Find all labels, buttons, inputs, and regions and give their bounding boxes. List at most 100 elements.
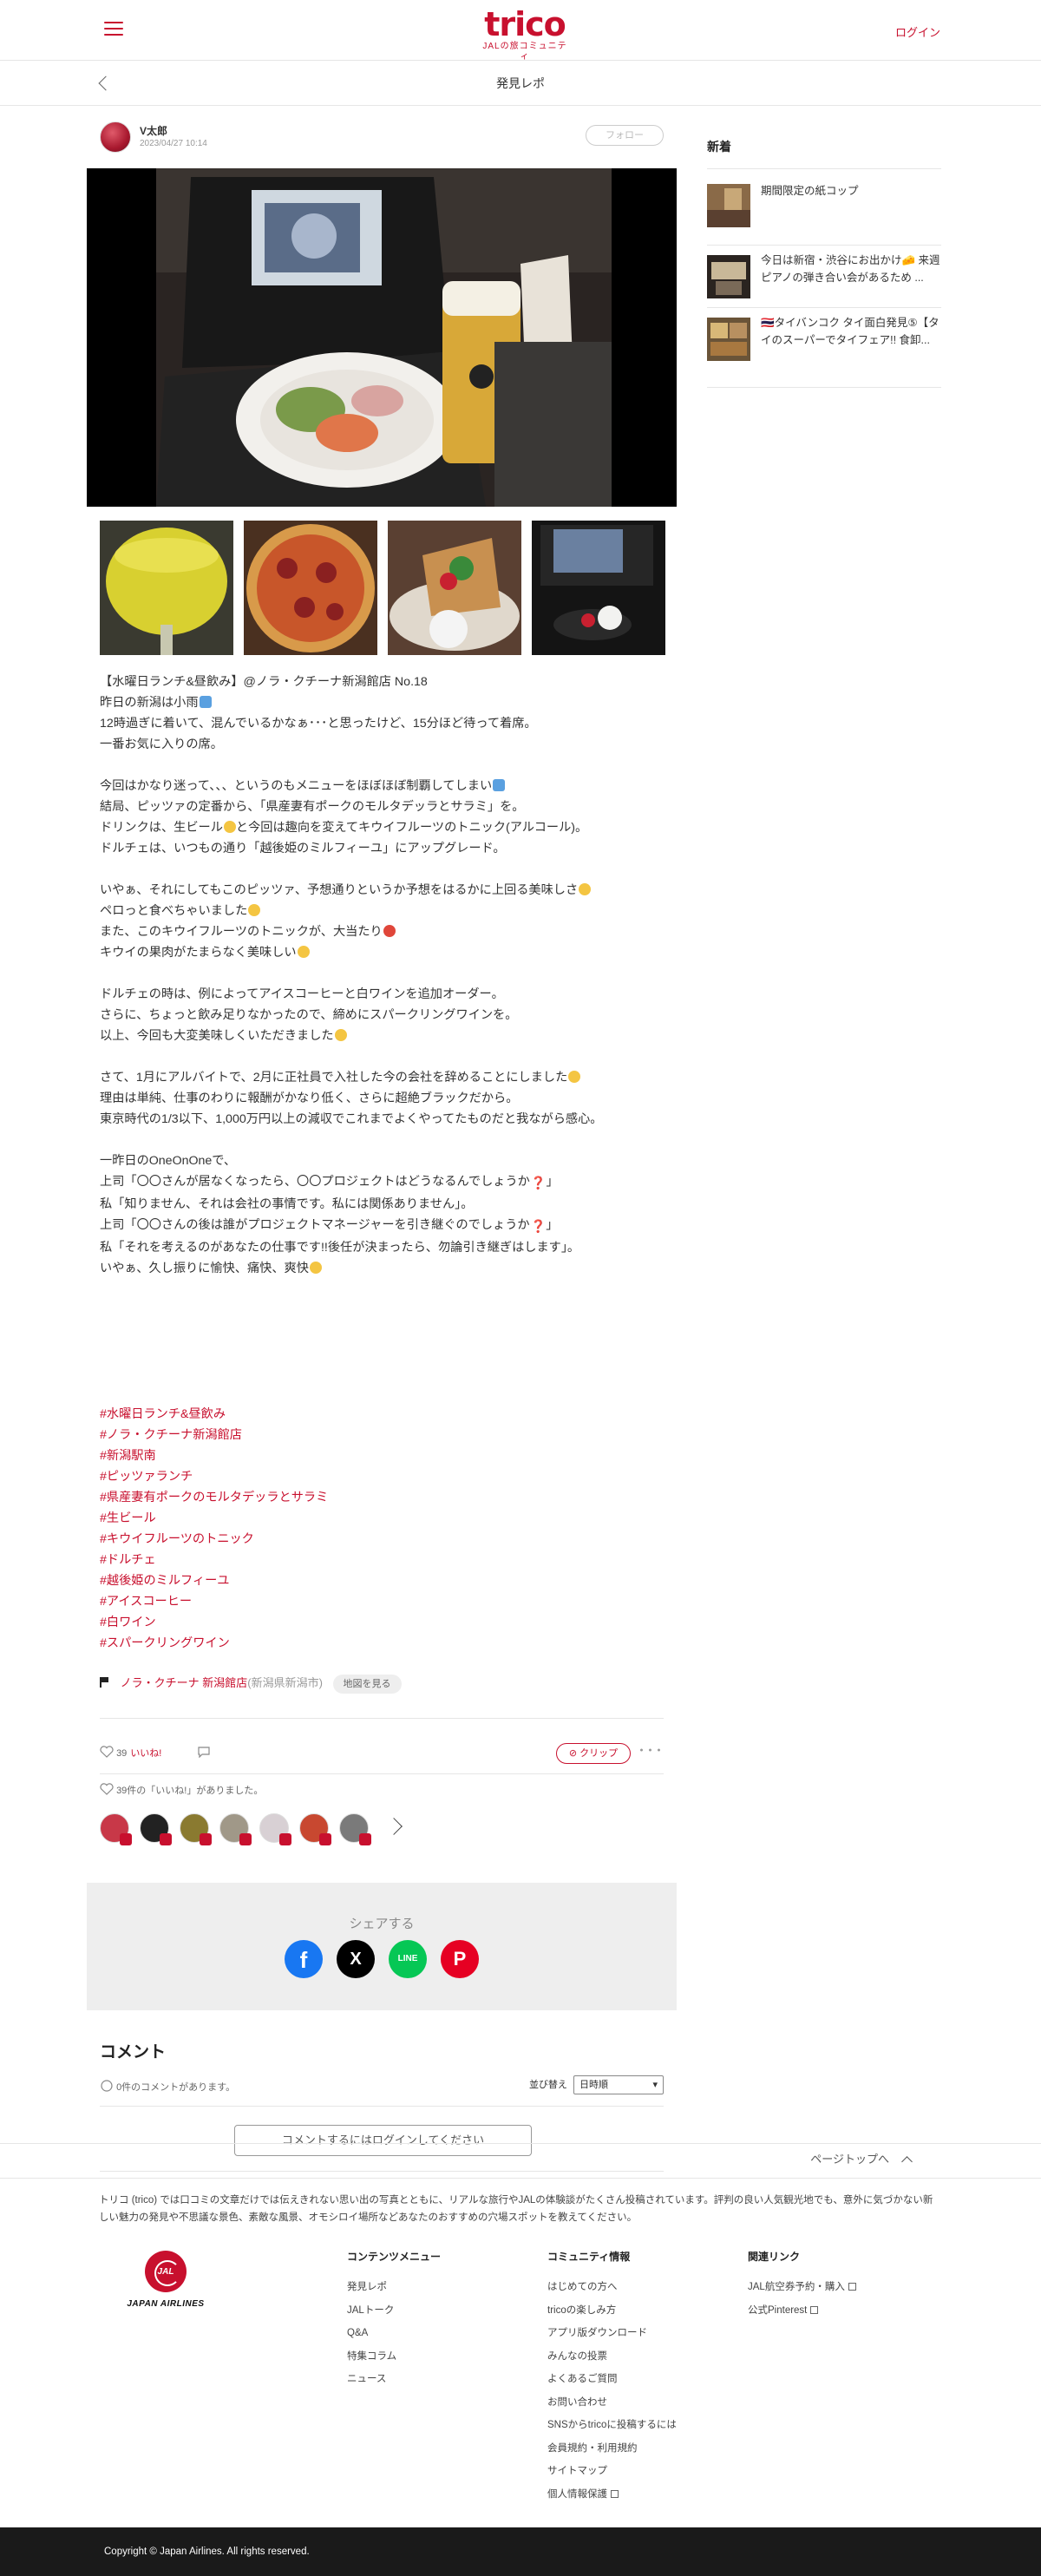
sort-select[interactable]: 日時順 <box>573 2075 664 2094</box>
more-options-icon[interactable]: ･･･ <box>638 1743 664 1760</box>
post-body-line <box>100 859 672 880</box>
footer-link[interactable]: よくあるご質問 <box>547 2368 677 2391</box>
external-link-icon <box>611 2489 619 2498</box>
page-top-link[interactable]: ページトップへ <box>810 2150 913 2167</box>
emoji-icon <box>493 779 506 791</box>
author-name[interactable]: V太郎 <box>140 123 167 138</box>
place-name-link[interactable]: ノラ・クチーナ 新潟館店 <box>121 1676 248 1689</box>
post-body-text: いやぁ、それにしてもこのピッツァ、予想通りというか予想をはるかに上回る美味しさ <box>100 883 579 897</box>
footer-link[interactable]: SNSからtricoに投稿するには <box>547 2414 677 2437</box>
thumbnail-4[interactable] <box>532 521 665 655</box>
hashtag-link[interactable]: #生ビール <box>100 1508 672 1529</box>
emoji-icon <box>568 1071 581 1083</box>
pinterest-share-icon[interactable]: P <box>441 1940 479 1978</box>
hashtag-link[interactable]: #新潟駅南 <box>100 1445 672 1466</box>
hashtag-link[interactable]: #ピッツァランチ <box>100 1466 672 1487</box>
post-body-line: 12時過ぎに着いて、混んでいるかなぁ･･･と思ったけど、15分ほど待って着席。 <box>100 713 672 734</box>
footer-link-privacy[interactable]: 個人情報保護 <box>547 2483 677 2507</box>
comment-bubble-icon[interactable] <box>197 1746 211 1759</box>
hashtag-link[interactable]: #白ワイン <box>100 1612 672 1633</box>
divider <box>0 2143 1041 2144</box>
emoji-icon <box>334 1029 347 1041</box>
like-button[interactable]: 39 いいね! <box>100 1746 161 1760</box>
hashtag-link[interactable]: #越後姫のミルフィーユ <box>100 1570 672 1591</box>
facebook-share-icon[interactable]: f <box>285 1940 323 1978</box>
page-title: 発見レポ <box>496 76 545 90</box>
heart-badge-icon <box>319 1833 331 1845</box>
footer-column-title: 関連リンク <box>748 2251 801 2263</box>
hashtag-link[interactable]: #県産妻有ポークのモルタデッラとサラミ <box>100 1487 672 1508</box>
thumbnail-2[interactable] <box>244 521 377 655</box>
heart-badge-icon <box>279 1833 291 1845</box>
post-body-line: キウイの果肉がたまらなく美味しい <box>100 942 672 963</box>
menu-icon[interactable] <box>104 22 123 37</box>
liker-avatar[interactable] <box>100 1813 132 1845</box>
liker-avatar[interactable] <box>140 1813 172 1845</box>
hashtag-link[interactable]: #アイスコーヒー <box>100 1591 672 1612</box>
follow-button[interactable]: フォロー <box>586 125 664 146</box>
clip-button[interactable]: ⊘ クリップ <box>556 1743 631 1764</box>
login-to-comment-button[interactable]: コメントするにはログインしてください <box>234 2125 532 2156</box>
share-title: シェアする <box>349 1917 415 1931</box>
post-body-line: 私「知りません、それは会社の事情です。私には関係ありません」。 <box>100 1194 672 1215</box>
footer-link[interactable]: ニュース <box>347 2368 441 2391</box>
footer-link[interactable]: サイトマップ <box>547 2460 677 2483</box>
hashtag-link[interactable]: #ノラ・クチーナ新潟館店 <box>100 1425 672 1445</box>
post-body-text: 私「それを考えるのがあなたの仕事です!!後任が決まったら、勿論引き継ぎはします」… <box>100 1241 580 1255</box>
footer-link-pinterest[interactable]: 公式Pinterest <box>748 2299 856 2323</box>
footer-link[interactable]: はじめての方へ <box>547 2276 677 2299</box>
hashtag-link[interactable]: #キウイフルーツのトニック <box>100 1529 672 1550</box>
footer-link[interactable]: アプリ版ダウンロード <box>547 2322 677 2345</box>
liker-avatar[interactable] <box>339 1813 371 1845</box>
footer-link[interactable]: みんなの投票 <box>547 2345 677 2369</box>
line-share-icon[interactable]: LINE <box>389 1940 427 1978</box>
footer-related-links: 関連リンク JAL航空券予約・購入 公式Pinterest <box>748 2249 856 2322</box>
liker-avatar[interactable] <box>259 1813 291 1845</box>
x-share-icon[interactable]: X <box>337 1940 375 1978</box>
main-photo[interactable] <box>87 168 677 507</box>
copyright-bar: Copyright © Japan Airlines. All rights r… <box>0 2527 1041 2576</box>
sidebar-item[interactable]: 期間限定の紙コップ <box>707 175 941 238</box>
footer-link-jal-booking[interactable]: JAL航空券予約・購入 <box>748 2276 856 2299</box>
login-link[interactable]: ログイン <box>895 23 940 40</box>
hashtag-link[interactable]: #水曜日ランチ&昼飲み <box>100 1404 672 1425</box>
footer-link[interactable]: 発見レポ <box>347 2276 441 2299</box>
post-body-text: ドルチェは、いつもの通り「越後姫のミルフィーユ」にアップグレード。 <box>100 842 506 855</box>
post-body-text: 」 <box>546 1218 559 1232</box>
post-body-line: いやぁ、それにしてもこのピッツァ、予想通りというか予想をはるかに上回る美味しさ <box>100 880 672 901</box>
jal-name: JAPAN AIRLINES <box>127 2299 205 2309</box>
heart-icon <box>100 1783 114 1795</box>
post-body-text: 」 <box>546 1175 559 1189</box>
footer-link[interactable]: 特集コラム <box>347 2345 441 2369</box>
comments-title: コメント <box>100 2043 167 2061</box>
chevron-right-icon[interactable] <box>385 1818 403 1835</box>
hashtag-link[interactable]: #ドルチェ <box>100 1550 672 1570</box>
like-count: 39 <box>116 1748 128 1759</box>
hashtag-list: #水曜日ランチ&昼飲み #ノラ・クチーナ新潟館店 #新潟駅南 #ピッツァランチ #県産妻… <box>100 1404 672 1654</box>
liker-avatar[interactable] <box>219 1813 252 1845</box>
sidebar-item[interactable]: 今日は新宿・渋谷にお出かけ🧀 来週ピアノの弾き合い会があるため ... <box>707 245 941 307</box>
view-map-button[interactable]: 地図を見る <box>332 1675 402 1694</box>
hashtag-link[interactable]: #スパークリングワイン <box>100 1633 672 1654</box>
footer-link[interactable]: 会員規約・利用規約 <box>547 2437 677 2461</box>
trico-logo[interactable]: trico JALの旅コミュニティ <box>481 7 568 62</box>
divider <box>100 2106 664 2107</box>
jal-logo[interactable]: JAL JAPAN AIRLINES <box>109 2251 222 2309</box>
thumbnail-3[interactable] <box>388 521 521 655</box>
footer-link[interactable]: tricoの楽しみ方 <box>547 2299 677 2323</box>
footer-link[interactable]: JALトーク <box>347 2299 441 2323</box>
post-body-text: 以上、今回も大変美味しくいただきました <box>100 1029 334 1043</box>
footer-column-title: コンテンツメニュー <box>347 2251 442 2263</box>
liker-avatar[interactable] <box>299 1813 331 1845</box>
emoji-icon: ❓ <box>530 1177 547 1190</box>
thumbnail-1[interactable] <box>100 521 233 655</box>
heart-badge-icon <box>120 1833 132 1845</box>
avatar[interactable] <box>100 121 131 153</box>
footer-link[interactable]: お問い合わせ <box>547 2391 677 2415</box>
post-body-line: 【水曜日ランチ&昼飲み】@ノラ・クチーナ新潟館店 No.18 <box>100 672 672 692</box>
divider <box>707 168 941 169</box>
liker-avatar[interactable] <box>180 1813 212 1845</box>
sidebar-item[interactable]: 🇹🇭タイバンコク タイ面白発見⑤【タイのスーパーでタイフェア!! 食卸... <box>707 307 941 370</box>
footer-link[interactable]: Q&A <box>347 2322 441 2345</box>
like-summary-text: 39件の「いいね!」がありました。 <box>116 1786 264 1796</box>
